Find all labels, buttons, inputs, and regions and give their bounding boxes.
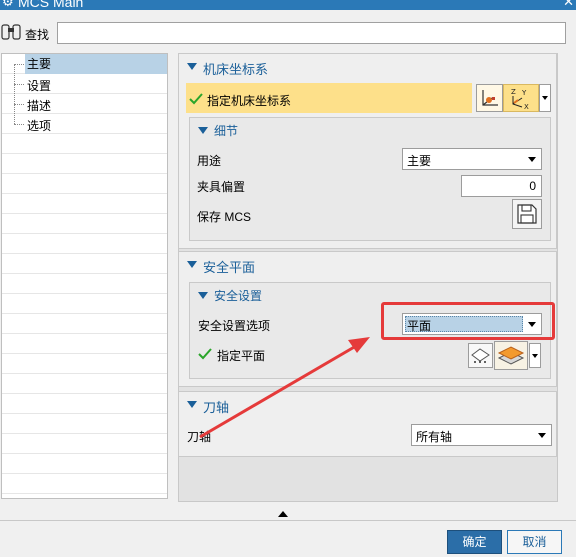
tree-item-settings[interactable]: 设置 [2,74,167,94]
search-bar: 查找 [0,17,576,47]
csys-dialog-button[interactable] [476,84,503,112]
save-icon [517,204,537,224]
checkmark-icon [189,93,203,105]
collapse-icon [187,261,197,268]
save-mcs-label: 保存 MCS [197,210,252,224]
collapse-icon [198,292,208,299]
safe-option-label: 安全设置选项 [198,319,271,333]
csys-dropdown-button[interactable]: Z Y X [503,84,539,112]
title-bar: ⚙ MCS Main ✕ [0,0,576,10]
tool-axis-select[interactable]: 所有轴 [411,424,552,446]
divider [0,520,576,521]
fixture-offset-label: 夹具偏置 [197,180,246,194]
point-plane-icon [471,348,490,363]
tool-axis-section-header[interactable]: 刀轴 [179,392,556,418]
purpose-label: 用途 [197,154,222,168]
point-plane-button[interactable] [468,343,493,368]
tree-item-main[interactable]: 主要 [2,54,167,74]
svg-text:Z: Z [511,88,516,96]
svg-text:Y: Y [521,89,527,97]
tree-item-description[interactable]: 描述 [2,94,167,114]
binoculars-icon [1,24,21,40]
collapse-icon [198,127,208,134]
mcs-section-header[interactable]: 机床坐标系 [179,54,556,80]
purpose-select[interactable]: 主要 [402,148,542,170]
safe-plane-section-header[interactable]: 安全平面 [179,252,556,278]
tree-item-options[interactable]: 选项 [2,114,167,134]
csys-icon [482,90,498,106]
annotation-highlight [381,302,555,340]
plane-icon [497,346,525,365]
plane-dropdown-arrow[interactable] [529,343,541,368]
navigation-tree: 主要 设置 描述 选项 [1,53,168,499]
fixture-offset-field[interactable]: 0 [461,175,542,197]
save-mcs-button[interactable] [512,199,542,229]
specify-plane-label: 指定平面 [217,349,266,363]
collapse-icon [187,63,197,70]
specify-mcs-label: 指定机床坐标系 [207,94,292,108]
csys-dropdown-arrow[interactable] [539,84,551,112]
chevron-down-icon [532,354,538,358]
close-icon[interactable]: ✕ [563,0,574,10]
ok-button[interactable]: 确定 [447,530,502,554]
collapse-up-icon[interactable] [278,511,288,517]
chevron-down-icon [538,433,546,438]
svg-text:X: X [524,103,529,111]
search-label: 查找 [25,28,50,42]
plane-button[interactable] [494,341,528,370]
gear-icon: ⚙ [2,0,14,9]
csys-dropdown-icon: Z Y X [511,88,529,111]
window-title: MCS Main [18,0,84,10]
cancel-button[interactable]: 取消 [507,530,562,554]
chevron-down-icon [528,157,536,162]
tool-axis-label: 刀轴 [187,430,212,444]
collapse-icon [187,401,197,408]
search-input[interactable] [57,22,566,44]
chevron-down-icon [542,96,548,100]
checkmark-icon [198,348,212,360]
